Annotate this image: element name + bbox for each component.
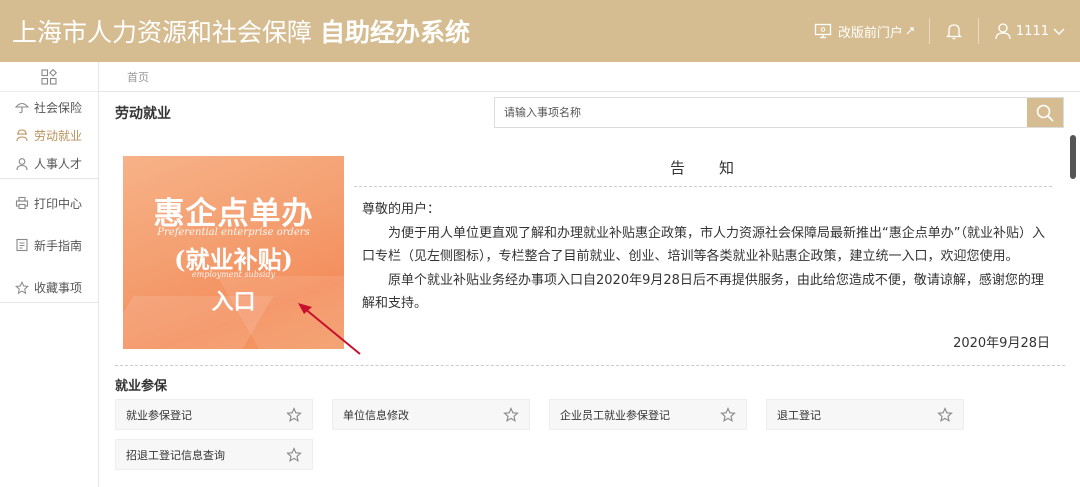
search-bar: [494, 97, 1064, 128]
old-portal-label: 改版前门户: [837, 25, 903, 41]
bell-icon: [945, 24, 962, 40]
service-card-label: 单位信息修改: [343, 408, 409, 422]
notification-button[interactable]: [944, 21, 964, 41]
scrollbar[interactable]: [1069, 131, 1077, 487]
favorite-star-icon[interactable]: [286, 406, 302, 423]
pointer-arrow-icon: [298, 303, 361, 355]
sidebar-item-label: 新手指南: [34, 238, 83, 253]
sidebar-item-personnel-talent[interactable]: 人事人才: [0, 149, 98, 179]
favorite-star-icon[interactable]: [720, 406, 736, 423]
divider: [115, 365, 1065, 366]
umbrella-icon: [14, 99, 30, 115]
service-card[interactable]: 退工登记: [766, 399, 964, 430]
service-card-label: 企业员工就业参保登记: [560, 408, 670, 422]
sidebar-item-social-insurance[interactable]: 社会保险: [0, 93, 98, 121]
person-icon: [14, 156, 30, 172]
worker-icon: [14, 127, 30, 143]
notice-greeting: 尊敬的用户：: [362, 202, 441, 217]
notice-title-char: 知: [719, 159, 737, 177]
monitor-icon: [814, 23, 832, 39]
user-menu[interactable]: 1111: [993, 21, 1066, 41]
page-title: 劳动就业: [115, 106, 171, 122]
sidebar-item-beginner-guide[interactable]: 新手指南: [0, 231, 98, 259]
favorite-star-icon[interactable]: [286, 446, 302, 463]
sidebar: 社会保险 劳动就业 人事人才 打印中心 新手指南 收藏事项: [0, 62, 99, 487]
service-card-label: 就业参保登记: [126, 408, 192, 422]
sidebar-item-print-center[interactable]: 打印中心: [0, 189, 98, 217]
banner-subtitle-en: Preferential enterprise orders: [157, 227, 310, 238]
guide-icon: [14, 237, 30, 253]
search-icon: [1036, 104, 1054, 122]
sidebar-item-label: 劳动就业: [34, 128, 83, 143]
favorite-star-icon[interactable]: [937, 406, 953, 423]
notice-title-char: 告: [669, 159, 687, 177]
link-icon: [906, 27, 914, 35]
notice-body: 尊敬的用户： 为便于用人单位更直观了解和办理就业补贴惠企政策，市人力资源社会保障…: [362, 198, 1054, 316]
sidebar-item-label: 收藏事项: [34, 281, 83, 295]
breadcrumb-home[interactable]: 首页: [127, 71, 149, 84]
top-header: 上海市人力资源和社会保障 自助经办系统 改版前门户 1111: [0, 0, 1080, 62]
divider: [354, 186, 1052, 187]
app-title-main: 上海市人力资源和社会保障: [12, 18, 313, 47]
header-divider: [928, 18, 930, 44]
sidebar-item-label: 打印中心: [34, 196, 83, 211]
sidebar-item-favorites[interactable]: 收藏事项: [0, 273, 98, 303]
printer-icon: [14, 195, 30, 211]
header-divider: [977, 18, 979, 44]
app-title-bold: 自助经办系统: [320, 18, 471, 47]
grid-icon: [41, 68, 58, 85]
chevron-down-icon: [1053, 28, 1065, 35]
service-card[interactable]: 单位信息修改: [332, 399, 530, 430]
app-title: 上海市人力资源和社会保障 自助经办系统: [12, 13, 470, 49]
sidebar-item-labor-employment[interactable]: 劳动就业: [0, 121, 98, 149]
service-card[interactable]: 招退工登记信息查询: [115, 439, 313, 470]
user-icon: [995, 23, 1011, 40]
notice-paragraph: 原单个就业补贴业务经办事项入口自2020年9月28日后不再提供服务，由此给您造成…: [362, 272, 1044, 312]
notice-paragraph: 为便于用人单位更直观了解和办理就业补贴惠企政策，市人力资源社会保障局最新推出“惠…: [362, 225, 1045, 265]
star-icon: [14, 280, 30, 296]
banner-subsidy-en: employment subsidy: [191, 270, 276, 279]
service-card-label: 退工登记: [777, 408, 821, 422]
username: 1111: [1015, 23, 1049, 39]
old-portal-link[interactable]: 改版前门户: [814, 22, 915, 41]
service-card[interactable]: 就业参保登记: [115, 399, 313, 430]
notice-title: 告知: [354, 157, 1052, 178]
menu-toggle-button[interactable]: [0, 62, 98, 92]
scroll-thumb[interactable]: [1070, 135, 1076, 179]
service-card[interactable]: 企业员工就业参保登记: [549, 399, 747, 430]
notice-date: 2020年9月28日: [953, 336, 1050, 351]
favorite-star-icon[interactable]: [503, 406, 519, 423]
search-input[interactable]: [495, 98, 1027, 127]
sidebar-item-label: 社会保险: [34, 100, 83, 115]
service-card-label: 招退工登记信息查询: [126, 448, 225, 462]
sidebar-item-label: 人事人才: [34, 157, 83, 171]
search-button[interactable]: [1027, 98, 1063, 127]
category-title: 就业参保: [115, 379, 168, 394]
breadcrumb: 首页: [99, 62, 1080, 92]
